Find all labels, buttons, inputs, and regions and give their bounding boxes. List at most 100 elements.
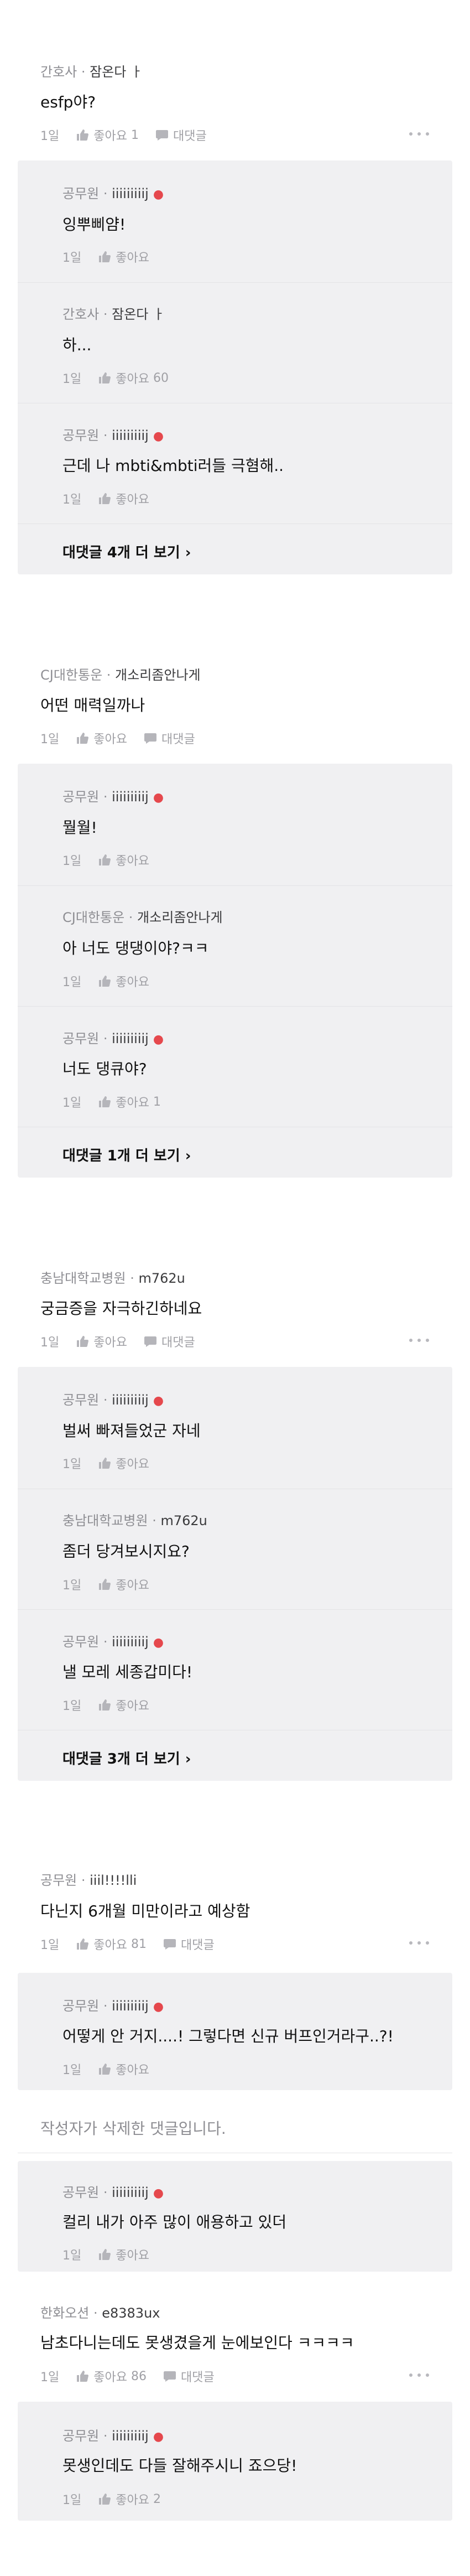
- comment-actions: 1일 좋아요 86 대댓글: [40, 2367, 231, 2385]
- like-label: 좋아요: [116, 372, 149, 386]
- speech-bubble-icon: [155, 130, 168, 141]
- reply-author[interactable]: 공무원 · iiiiiiiiij ●: [62, 1995, 164, 2014]
- divider: [18, 1609, 452, 1610]
- speech-bubble-icon: [163, 1939, 176, 1950]
- thumbs-up-icon: [99, 976, 111, 987]
- like-button[interactable]: 좋아요: [98, 490, 149, 507]
- nickname: iiiiiiiiij: [112, 2185, 149, 2200]
- reply-time: 1일: [62, 1458, 82, 1471]
- company-name: 공무원: [62, 186, 100, 201]
- like-button[interactable]: 좋아요: [98, 1454, 149, 1472]
- company-name: 공무원: [62, 789, 100, 805]
- like-label: 좋아요: [93, 2371, 127, 2385]
- like-button[interactable]: 좋아요 1: [76, 126, 139, 144]
- nickname: m762u: [160, 1513, 207, 1528]
- more-replies-button[interactable]: 대댓글 3개 더 보기 ›: [62, 1748, 191, 1768]
- comment-author[interactable]: 충남대학교병원 · m762u: [40, 1267, 185, 1287]
- comment-text: 남초다니는데도 못생겼을게 눈에보인다 ㅋㅋㅋㅋ: [40, 2334, 354, 2352]
- more-replies-label: 대댓글 4개 더 보기: [62, 545, 180, 561]
- reply-author[interactable]: 간호사 · 잠온다 ㅏ: [62, 303, 165, 323]
- reply-author[interactable]: 공무원 · iiiiiiiiij ●: [62, 1389, 164, 1408]
- divider: [18, 1006, 452, 1007]
- reply-author[interactable]: CJ대한통운 · 개소리좀안나게: [62, 906, 223, 926]
- company-name: 공무원: [62, 1998, 100, 2014]
- like-button[interactable]: 좋아요 86: [76, 2367, 147, 2385]
- like-button[interactable]: 좋아요: [98, 972, 149, 990]
- like-button[interactable]: 좋아요 60: [98, 369, 169, 387]
- company-name: 한화오션: [40, 2305, 90, 2321]
- like-count: 2: [153, 2492, 161, 2506]
- comment-author[interactable]: 한화오션 · e8383ux: [40, 2302, 160, 2321]
- more-options-icon[interactable]: [409, 1337, 429, 1344]
- nickname: iiiiiiiiij: [112, 1998, 149, 2014]
- reply-text: 잉뿌삐얌!: [62, 215, 126, 234]
- reply-actions: 1일 좋아요: [62, 972, 166, 990]
- comment-author[interactable]: CJ대한통운 · 개소리좀안나게: [40, 664, 201, 683]
- nickname: iiiiiiiiij: [112, 1634, 149, 1650]
- reply-author[interactable]: 공무원 · iiiiiiiiij ●: [62, 183, 164, 202]
- thumbs-up-icon: [99, 1699, 111, 1711]
- reply-time: 1일: [62, 2494, 82, 2507]
- more-replies-button[interactable]: 대댓글 4개 더 보기 ›: [62, 541, 191, 562]
- like-button[interactable]: 좋아요: [98, 1575, 149, 1593]
- reply-actions: 1일 좋아요 60: [62, 369, 185, 387]
- company-name: 간호사: [62, 307, 100, 322]
- comment-text: esfp야?: [40, 93, 96, 111]
- reply-label: 대댓글: [161, 1336, 195, 1350]
- reply-author[interactable]: 공무원 · iiiiiiiiij ●: [62, 2181, 164, 2201]
- author-badge-icon: ●: [153, 1636, 164, 1650]
- author-badge-icon: ●: [153, 188, 164, 201]
- like-button[interactable]: 좋아요 2: [98, 2490, 161, 2508]
- company-name: 공무원: [62, 1392, 100, 1408]
- like-count: 86: [130, 2369, 147, 2383]
- like-label: 좋아요: [93, 129, 127, 143]
- like-button[interactable]: 좋아요: [98, 851, 149, 869]
- thumbs-up-icon: [99, 1579, 111, 1590]
- more-options-icon[interactable]: [409, 131, 429, 137]
- reply-text: 좀더 당겨보시지요?: [62, 1542, 190, 1561]
- like-button[interactable]: 좋아요: [98, 1696, 149, 1714]
- comment-text: 궁금증을 자극하긴하네요: [40, 1299, 202, 1318]
- thumbs-up-icon: [99, 2249, 111, 2260]
- divider: [18, 885, 452, 886]
- reply-button[interactable]: 대댓글: [163, 1935, 215, 1953]
- more-replies-button[interactable]: 대댓글 1개 더 보기 ›: [62, 1144, 191, 1165]
- reply-button[interactable]: 대댓글: [144, 1333, 195, 1350]
- thumbs-up-icon: [77, 733, 89, 744]
- reply-button[interactable]: 대댓글: [144, 729, 195, 747]
- nickname: iiiiiiiiij: [112, 428, 149, 443]
- chevron-right-icon: ›: [185, 1751, 191, 1768]
- thumbs-up-icon: [99, 1096, 111, 1107]
- like-button[interactable]: 좋아요: [76, 1333, 127, 1350]
- like-button[interactable]: 좋아요 1: [98, 1093, 161, 1111]
- more-options-icon[interactable]: [409, 2372, 429, 2378]
- reply-author[interactable]: 충남대학교병원 · m762u: [62, 1510, 207, 1529]
- comment-actions: 1일 좋아요 대댓글: [40, 729, 212, 747]
- reply-author[interactable]: 공무원 · iiiiiiiiij ●: [62, 1631, 164, 1650]
- reply-author[interactable]: 공무원 · iiiiiiiiij ●: [62, 1028, 164, 1047]
- like-button[interactable]: 좋아요: [98, 248, 149, 266]
- reply-author[interactable]: 공무원 · iiiiiiiiij ●: [62, 786, 164, 805]
- like-button[interactable]: 좋아요 81: [76, 1935, 147, 1953]
- deleted-comment: 작성자가 삭제한 댓글입니다.: [40, 2119, 226, 2138]
- like-button[interactable]: 좋아요: [98, 2246, 149, 2263]
- comment-author[interactable]: 공무원 · iiil!!!!lli: [40, 1869, 137, 1889]
- company-name: 간호사: [40, 64, 77, 80]
- reply-author[interactable]: 공무원 · iiiiiiiiij ●: [62, 424, 164, 444]
- like-button[interactable]: 좋아요: [76, 729, 127, 747]
- like-label: 좋아요: [116, 2064, 149, 2077]
- company-name: 공무원: [62, 2428, 100, 2444]
- author-badge-icon: ●: [153, 2000, 164, 2014]
- company-name: 공무원: [62, 2185, 100, 2200]
- reply-button[interactable]: 대댓글: [155, 126, 207, 144]
- more-options-icon[interactable]: [409, 1940, 429, 1946]
- speech-bubble-icon: [144, 733, 156, 744]
- reply-time: 1일: [62, 251, 82, 265]
- thumbs-up-icon: [99, 1458, 111, 1469]
- reply-actions: 1일 좋아요: [62, 1575, 166, 1593]
- reply-button[interactable]: 대댓글: [163, 2367, 215, 2385]
- like-label: 좋아요: [116, 854, 149, 868]
- like-button[interactable]: 좋아요: [98, 2060, 149, 2078]
- comment-author[interactable]: 간호사 · 잠온다 ㅏ: [40, 61, 143, 80]
- reply-author[interactable]: 공무원 · iiiiiiiiij ●: [62, 2425, 164, 2444]
